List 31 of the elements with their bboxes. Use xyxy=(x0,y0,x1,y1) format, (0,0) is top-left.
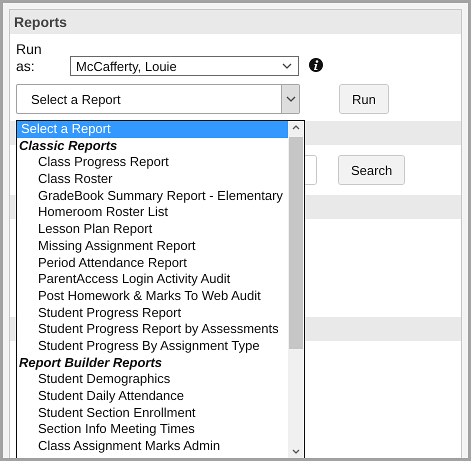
report-option[interactable]: ParentAccess Login Activity Audit xyxy=(17,271,288,288)
report-option[interactable]: Class Progress Report xyxy=(17,154,288,172)
report-option[interactable]: Missing Assignment Report xyxy=(17,238,288,254)
chevron-up-icon[interactable] xyxy=(292,125,300,130)
run-button[interactable]: Run xyxy=(339,84,389,114)
report-option[interactable]: Student Demographics xyxy=(17,371,288,388)
report-option[interactable]: Class Roster xyxy=(17,171,288,188)
report-option[interactable]: Student Daily Attendance xyxy=(17,388,288,405)
report-option[interactable]: Student Progress Report by Assessments xyxy=(17,321,288,338)
panel-title: Reports xyxy=(10,10,461,34)
report-option[interactable]: Post Homework & Marks To Web Audit xyxy=(17,288,288,305)
run-as-dropdown[interactable]: McCafferty, Louie xyxy=(70,56,299,76)
group-label: Report Builder Reports xyxy=(18,354,164,372)
chevron-icon xyxy=(286,96,296,102)
report-option[interactable]: Homeroom Roster List xyxy=(17,204,288,222)
chevron-icon xyxy=(282,63,292,69)
info-icon[interactable] xyxy=(309,58,323,72)
report-option[interactable]: Student Progress By Assignment Type xyxy=(17,338,288,355)
report-option[interactable]: Section Info Meeting Times xyxy=(17,421,288,438)
report-dropdown[interactable]: Select a Report xyxy=(16,84,300,114)
report-option[interactable]: Lesson Plan Report xyxy=(17,221,288,238)
run-as-label: Run as: xyxy=(16,41,43,75)
report-option[interactable]: GradeBook Summary Report - Elementary xyxy=(17,188,288,204)
chevron-down-icon[interactable] xyxy=(292,449,300,454)
report-option[interactable]: Student Progress Report xyxy=(17,304,288,322)
scrollbar[interactable] xyxy=(288,121,304,458)
group-label: Classic Reports xyxy=(18,138,118,154)
report-option[interactable]: Class Assignment Marks Admin xyxy=(17,438,288,455)
report-option[interactable]: Student Section Enrollment xyxy=(17,404,288,422)
report-option[interactable]: Period Attendance Report xyxy=(17,254,288,272)
search-button[interactable]: Search xyxy=(338,155,406,185)
